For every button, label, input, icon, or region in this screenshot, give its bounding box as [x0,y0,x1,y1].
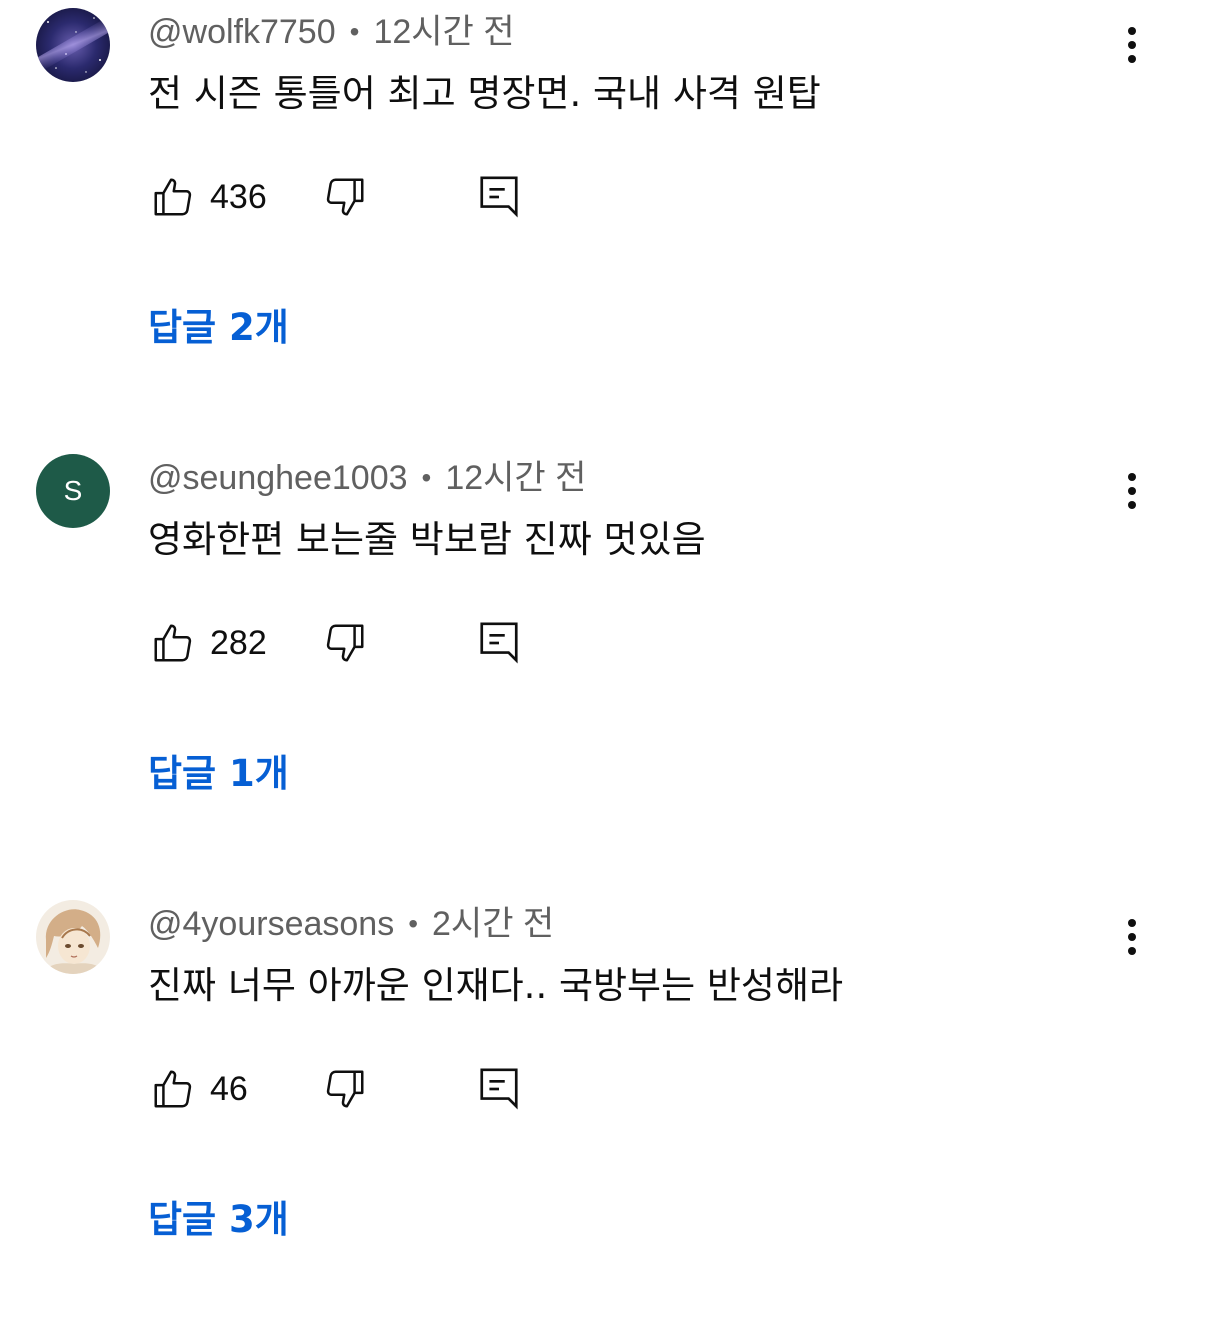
dislike-button[interactable] [320,1064,370,1114]
comment-text: 진짜 너무 아까운 인재다.. 국방부는 반성해라 [148,964,844,1007]
avatar[interactable] [36,8,110,82]
more-options-button[interactable] [1112,466,1152,516]
author-handle[interactable]: @4yourseasons [148,905,394,943]
reply-button[interactable] [474,618,524,668]
more-vert-icon [1128,27,1136,63]
separator-dot: • [349,16,360,47]
author-handle[interactable]: @seunghee1003 [148,459,408,497]
like-count: 282 [210,624,267,662]
like-button[interactable] [148,1064,198,1114]
avatar[interactable]: S [36,454,110,528]
comment-meta: @4yourseasons • 2시간 전 [148,904,554,944]
separator-dot: • [421,462,432,493]
thumbs-up-icon [154,624,192,662]
view-replies-link[interactable]: 답글 3개 [148,1196,289,1244]
comment-text: 영화한편 보는줄 박보람 진짜 멋있음 [148,518,706,561]
reply-button[interactable] [474,172,524,222]
thumbs-down-icon [326,1070,364,1108]
reply-comment-icon [480,1068,518,1110]
comment-time: 12시간 전 [373,13,515,51]
like-count: 46 [210,1070,248,1108]
comment-text: 전 시즌 통틀어 최고 명장면. 국내 사격 원탑 [148,72,821,115]
separator-dot: • [408,908,419,939]
more-vert-icon [1128,919,1136,955]
comment-item: S @seunghee1003 • 12시간 전 영화한편 보는줄 박보람 진짜 멋… [0,446,1206,892]
thumbs-down-icon [326,624,364,662]
like-button[interactable] [148,172,198,222]
comment-actions: 282 [148,618,548,668]
dislike-button[interactable] [320,618,370,668]
comment-actions: 436 [148,172,548,222]
thumbs-down-icon [326,178,364,216]
more-vert-icon [1128,473,1136,509]
view-replies-link[interactable]: 답글 1개 [148,750,289,798]
comment-item: @wolfk7750 • 12시간 전 전 시즌 통틀어 최고 명장면. 국내 사격… [0,0,1206,446]
comment-time: 12시간 전 [445,459,587,497]
like-button[interactable] [148,618,198,668]
more-options-button[interactable] [1112,20,1152,70]
reply-button[interactable] [474,1064,524,1114]
reply-comment-icon [480,622,518,664]
comment-meta: @wolfk7750 • 12시간 전 [148,12,515,52]
galaxy-avatar-icon [36,8,110,82]
anime-sketch-avatar-icon [36,900,110,974]
thumbs-up-icon [154,1070,192,1108]
reply-comment-icon [480,176,518,218]
author-handle[interactable]: @wolfk7750 [148,13,336,51]
comment-time: 2시간 전 [432,905,555,943]
like-count: 436 [210,178,267,216]
comment-item: @4yourseasons • 2시간 전 진짜 너무 아까운 인재다.. 국방부는… [0,892,1206,1338]
more-options-button[interactable] [1112,912,1152,962]
avatar[interactable] [36,900,110,974]
comment-meta: @seunghee1003 • 12시간 전 [148,458,586,498]
avatar-letter: S [63,475,83,506]
comment-actions: 46 [148,1064,548,1114]
view-replies-link[interactable]: 답글 2개 [148,304,289,352]
thumbs-up-icon [154,178,192,216]
dislike-button[interactable] [320,172,370,222]
